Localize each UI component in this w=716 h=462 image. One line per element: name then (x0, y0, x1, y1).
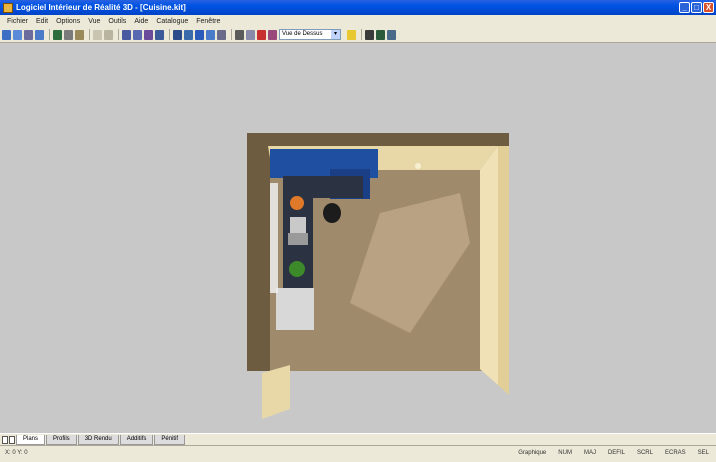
toolbar-separator (169, 29, 170, 40)
wall-left-lower (262, 365, 290, 419)
rotate-left-icon[interactable] (64, 29, 73, 40)
ceiling-light (415, 163, 421, 169)
color-icon[interactable] (257, 29, 266, 40)
toolbar: Vue de Dessus ▾ (0, 27, 716, 43)
maximize-button[interactable]: □ (691, 2, 702, 13)
status-indicator: NUM (558, 450, 572, 456)
appliance (288, 233, 308, 245)
stove-burner (290, 196, 304, 210)
status-indicator: ECRAS (664, 450, 686, 456)
hand-icon[interactable] (24, 29, 33, 40)
zoom-out-icon[interactable] (13, 29, 22, 40)
title-bar: Logiciel Intérieur de Réalité 3D - [Cuis… (0, 0, 716, 15)
tab-plans[interactable]: Plans (16, 434, 46, 445)
view-tab-bar: Plans Profils 3D Rendu Additifs Pénitif (0, 433, 716, 445)
menu-window[interactable]: Fenêtre (192, 18, 224, 25)
window-controls: _ □ X (679, 2, 714, 13)
minimize-button[interactable]: _ (679, 2, 690, 13)
pencil-icon[interactable] (235, 29, 244, 40)
redo-icon[interactable] (104, 29, 113, 40)
text-icon[interactable] (155, 29, 164, 40)
status-indicator: DEFIL (607, 450, 625, 456)
tab-penitif[interactable]: Pénitif (154, 434, 186, 445)
status-indicator: SEL (697, 450, 709, 456)
toolbar-separator (49, 29, 50, 40)
menu-help[interactable]: Aide (130, 18, 152, 25)
grid-icon[interactable] (217, 29, 226, 40)
toolbar-separator (361, 29, 362, 40)
cabinet-icon[interactable] (184, 29, 193, 40)
close-button[interactable]: X (703, 2, 714, 13)
tab-nav-first[interactable] (2, 435, 8, 444)
view-select[interactable]: Vue de Dessus ▾ (279, 29, 341, 40)
tab-3d-render[interactable]: 3D Rendu (77, 434, 119, 445)
status-coords: X: 0 Y: 0 (5, 450, 28, 456)
fridge (276, 288, 314, 330)
sink (290, 217, 306, 233)
tab-nav-prev[interactable] (9, 435, 15, 444)
status-mode: Graphique (518, 450, 547, 456)
window-icon[interactable] (144, 29, 153, 40)
window-title: Logiciel Intérieur de Réalité 3D - [Cuis… (16, 3, 186, 12)
toolbar-separator (231, 29, 232, 40)
appliance-icon[interactable] (195, 29, 204, 40)
furniture-icon[interactable] (173, 29, 182, 40)
menu-view[interactable]: Vue (84, 18, 104, 25)
material-icon[interactable] (268, 29, 277, 40)
zoom-in-icon[interactable] (2, 29, 11, 40)
person-figure (323, 203, 341, 223)
door-icon[interactable] (133, 29, 142, 40)
undo-icon[interactable] (93, 29, 102, 40)
refresh-icon[interactable] (387, 29, 396, 40)
menu-options[interactable]: Options (52, 18, 84, 25)
wall-shelf (270, 183, 278, 293)
render-icon[interactable] (376, 29, 385, 40)
menu-bar: Fichier Edit Options Vue Outils Aide Cat… (0, 15, 716, 27)
tab-profiles[interactable]: Profils (46, 434, 77, 445)
view-select-value: Vue de Dessus (282, 31, 323, 37)
menu-tools[interactable]: Outils (104, 18, 130, 25)
menu-catalog[interactable]: Catalogue (152, 18, 192, 25)
arrow-icon[interactable] (246, 29, 255, 40)
menu-edit[interactable]: Edit (32, 18, 52, 25)
rotate-icon[interactable] (53, 29, 62, 40)
dimension-icon[interactable] (206, 29, 215, 40)
toolbar-separator (89, 29, 90, 40)
wall-icon[interactable] (122, 29, 131, 40)
light-icon[interactable] (347, 29, 356, 40)
wall-right-inner (480, 146, 498, 385)
room-render (247, 133, 509, 419)
status-indicator: MAJ (583, 450, 596, 456)
plant (289, 261, 305, 277)
menu-file[interactable]: Fichier (3, 18, 32, 25)
status-right-group: Graphique NUM MAJ DEFIL SCRL ECRAS SEL (515, 450, 712, 456)
status-indicator: SCRL (636, 450, 653, 456)
status-bar: X: 0 Y: 0 Graphique NUM MAJ DEFIL SCRL E… (0, 445, 716, 462)
print-icon[interactable] (75, 29, 84, 40)
tab-additives[interactable]: Additifs (119, 434, 154, 445)
chevron-down-icon: ▾ (331, 30, 340, 39)
3d-viewport[interactable] (0, 43, 716, 433)
camera-icon[interactable] (365, 29, 374, 40)
toolbar-separator (118, 29, 119, 40)
zoom-fit-icon[interactable] (35, 29, 44, 40)
app-icon (3, 2, 13, 13)
